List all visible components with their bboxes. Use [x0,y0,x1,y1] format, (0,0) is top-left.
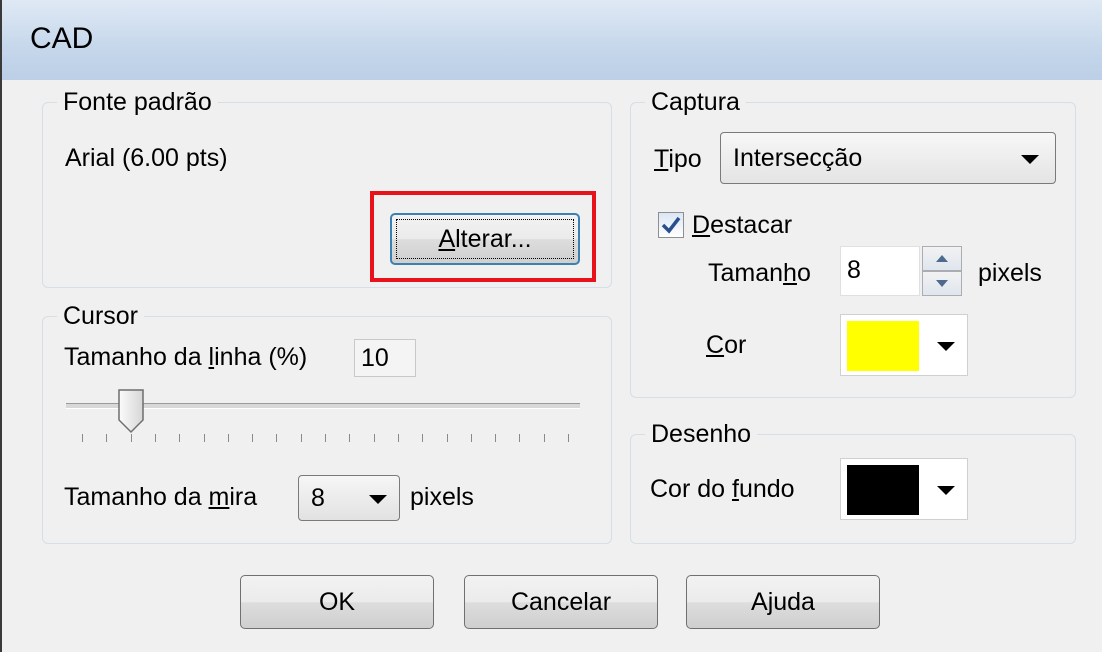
fundo-color-picker[interactable] [840,458,968,520]
cancel-button[interactable]: Cancelar [464,575,658,629]
slider-tick [130,434,132,442]
checkmark-icon [661,216,681,234]
crosshair-size-value: 8 [311,484,325,512]
slider-tick [106,434,108,442]
tamanho-label: Tamanho [708,259,811,287]
crosshair-size-label: Tamanho da mira [64,483,258,511]
tipo-value: Intersecção [733,144,863,172]
destacar-checkbox[interactable] [658,212,684,238]
slider-tick [276,434,278,442]
cor-swatch [847,321,919,371]
captura-legend: Captura [645,83,746,121]
window-title: CAD [30,22,94,55]
slider-tick [227,434,229,442]
cor-label: Cor [706,331,747,359]
help-button[interactable]: Ajuda [686,575,880,629]
current-font-label: Arial (6.00 pts) [65,144,228,172]
slider-tick [470,434,472,442]
title-bar[interactable]: CAD [2,0,1102,80]
tipo-select[interactable]: Intersecção [720,132,1056,184]
fundo-swatch [847,465,919,515]
slider-tick [543,434,545,442]
arrow-up-icon [936,255,948,262]
chevron-down-icon [369,495,387,504]
desenho-legend: Desenho [645,415,758,453]
slider-tick [154,434,156,442]
slider-tick [422,434,424,442]
slider-tick [252,434,254,442]
arrow-down-icon [936,280,948,287]
crosshair-size-select[interactable]: 8 [298,475,400,521]
cor-color-picker[interactable] [840,314,968,376]
line-size-slider-thumb[interactable] [117,388,145,434]
chevron-down-icon [1021,155,1039,164]
tamanho-spin-down[interactable] [922,271,962,296]
destacar-label[interactable]: Destacar [692,206,792,244]
tamanho-unit: pixels [978,259,1042,287]
cursor-legend: Cursor [57,297,145,335]
chevron-down-icon [937,342,955,351]
line-size-input[interactable]: 10 [354,339,416,377]
tipo-label: Tipo [654,145,702,173]
line-size-label: Tamanho da linha (%) [64,343,308,371]
chevron-down-icon [937,486,955,495]
slider-tick [519,434,521,442]
cad-dialog: CAD Fonte padrão Arial (6.00 pts) Altera… [0,0,1102,652]
slider-tick [495,434,497,442]
fundo-label: Cor do fundo [650,475,795,503]
slider-tick [300,434,302,442]
slider-tick [325,434,326,442]
slider-tick [82,434,83,442]
slider-tick [568,434,569,442]
slider-tick [203,434,205,442]
slider-tick [349,434,351,442]
ok-button[interactable]: OK [240,575,434,629]
fonte-padrao-legend: Fonte padrão [57,83,218,121]
tamanho-spin-up[interactable] [922,246,962,271]
alterar-button[interactable]: Alterar... [390,213,580,265]
slider-tick [373,434,375,442]
crosshair-size-unit: pixels [410,483,474,511]
slider-tick [179,434,181,442]
tamanho-input[interactable]: 8 [840,246,920,296]
slider-tick [397,434,399,442]
slider-tick [446,434,448,442]
